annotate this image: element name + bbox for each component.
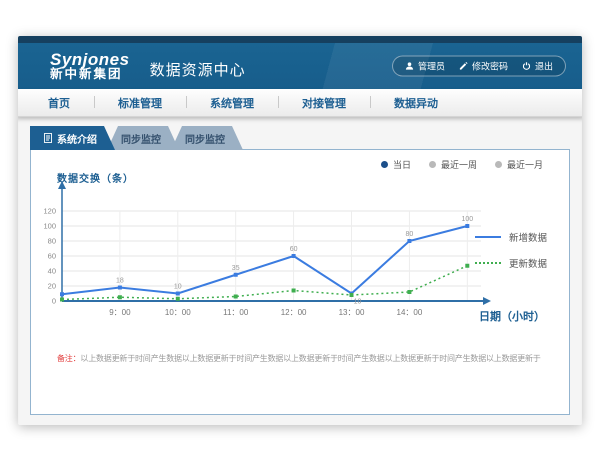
x-axis-title: 日期（小时） [479, 308, 545, 324]
app-header: Synjones 新中新集团 数据资源中心 管理员 修改密码 退出 [18, 43, 582, 89]
svg-text:60: 60 [290, 246, 298, 253]
blue-line-sample-icon [475, 236, 501, 238]
range-label: 最近一周 [441, 158, 477, 171]
main-nav: 首页 标准管理 系统管理 对接管理 数据异动 [18, 89, 582, 117]
window-top-strip [18, 36, 582, 43]
footer-note: 备注：以上数据更新于时间产生数据以上数据更新于时间产生数据以上数据更新于时间产生… [57, 353, 541, 364]
edit-icon [459, 62, 468, 71]
svg-text:120: 120 [43, 207, 56, 216]
svg-text:12：00: 12：00 [281, 308, 307, 317]
logout-button[interactable]: 退出 [522, 60, 553, 73]
logo-subtext: 新中新集团 [50, 68, 130, 81]
radio-selected-icon [381, 161, 388, 168]
svg-text:14：00: 14：00 [397, 308, 423, 317]
note-label: 备注： [57, 354, 80, 363]
admin-menu-item[interactable]: 管理员 [405, 60, 445, 73]
range-label: 最近一月 [507, 158, 543, 171]
svg-text:35: 35 [232, 265, 240, 272]
legend-label: 更新数据 [509, 256, 547, 270]
nav-item-standard-mgmt[interactable]: 标准管理 [94, 95, 186, 111]
svg-text:9：00: 9：00 [109, 308, 131, 317]
user-icon [405, 62, 414, 71]
range-label: 当日 [393, 158, 411, 171]
nav-item-interface-mgmt[interactable]: 对接管理 [278, 95, 370, 111]
svg-text:0: 0 [52, 297, 56, 306]
svg-text:10: 10 [354, 299, 362, 306]
power-icon [522, 62, 531, 71]
tab-sync-monitor-1[interactable]: 同步监控 [107, 126, 179, 150]
range-option-today[interactable]: 当日 [381, 158, 411, 171]
nav-item-home[interactable]: 首页 [18, 95, 94, 111]
svg-text:40: 40 [48, 267, 56, 276]
series-legend: 新增数据 更新数据 [475, 230, 547, 270]
radio-icon [429, 161, 436, 168]
svg-text:60: 60 [48, 252, 56, 261]
tab-sync-monitor-2[interactable]: 同步监控 [171, 126, 243, 150]
svg-text:13：00: 13：00 [339, 308, 365, 317]
page-title: 数据资源中心 [150, 59, 246, 80]
change-password-button[interactable]: 修改密码 [459, 60, 508, 73]
svg-text:10：00: 10：00 [165, 308, 191, 317]
legend-updated-data: 更新数据 [475, 256, 547, 270]
app-window: Synjones 新中新集团 数据资源中心 管理员 修改密码 退出 [18, 36, 582, 425]
tab-label: 同步监控 [121, 131, 161, 146]
tab-system-intro[interactable]: 系统介绍 [30, 126, 115, 150]
logout-label: 退出 [535, 60, 553, 73]
chart-panel: 当日 最近一周 最近一月 数据交换（条） 0204060801001209：00… [30, 149, 570, 415]
svg-text:80: 80 [48, 237, 56, 246]
change-password-label: 修改密码 [472, 60, 508, 73]
radio-icon [495, 161, 502, 168]
svg-text:18: 18 [116, 278, 124, 285]
document-icon [44, 133, 52, 143]
svg-text:100: 100 [461, 216, 473, 223]
admin-label: 管理员 [418, 60, 445, 73]
time-range-options: 当日 最近一周 最近一月 [381, 158, 543, 171]
logo-text: Synjones [50, 51, 130, 69]
legend-label: 新增数据 [509, 230, 547, 244]
nav-item-system-mgmt[interactable]: 系统管理 [186, 95, 278, 111]
svg-text:20: 20 [48, 282, 56, 291]
tab-label: 同步监控 [185, 131, 225, 146]
green-dotted-sample-icon [475, 262, 501, 264]
svg-text:80: 80 [406, 231, 414, 238]
range-option-last-week[interactable]: 最近一周 [429, 158, 477, 171]
svg-text:100: 100 [43, 222, 56, 231]
user-menu: 管理员 修改密码 退出 [392, 56, 566, 77]
nav-item-data-change[interactable]: 数据异动 [370, 95, 462, 111]
company-logo: Synjones 新中新集团 [18, 51, 130, 82]
tab-label: 系统介绍 [57, 131, 97, 146]
tab-bar: 系统介绍 同步监控 同步监控 [30, 126, 243, 150]
content-area: 系统介绍 同步监控 同步监控 当日 最近一周 [18, 117, 582, 424]
range-option-last-month[interactable]: 最近一月 [495, 158, 543, 171]
svg-text:10: 10 [174, 284, 182, 291]
svg-text:11：00: 11：00 [223, 308, 249, 317]
note-text: 以上数据更新于时间产生数据以上数据更新于时间产生数据以上数据更新于时间产生数据以… [80, 354, 540, 363]
legend-new-data: 新增数据 [475, 230, 547, 244]
